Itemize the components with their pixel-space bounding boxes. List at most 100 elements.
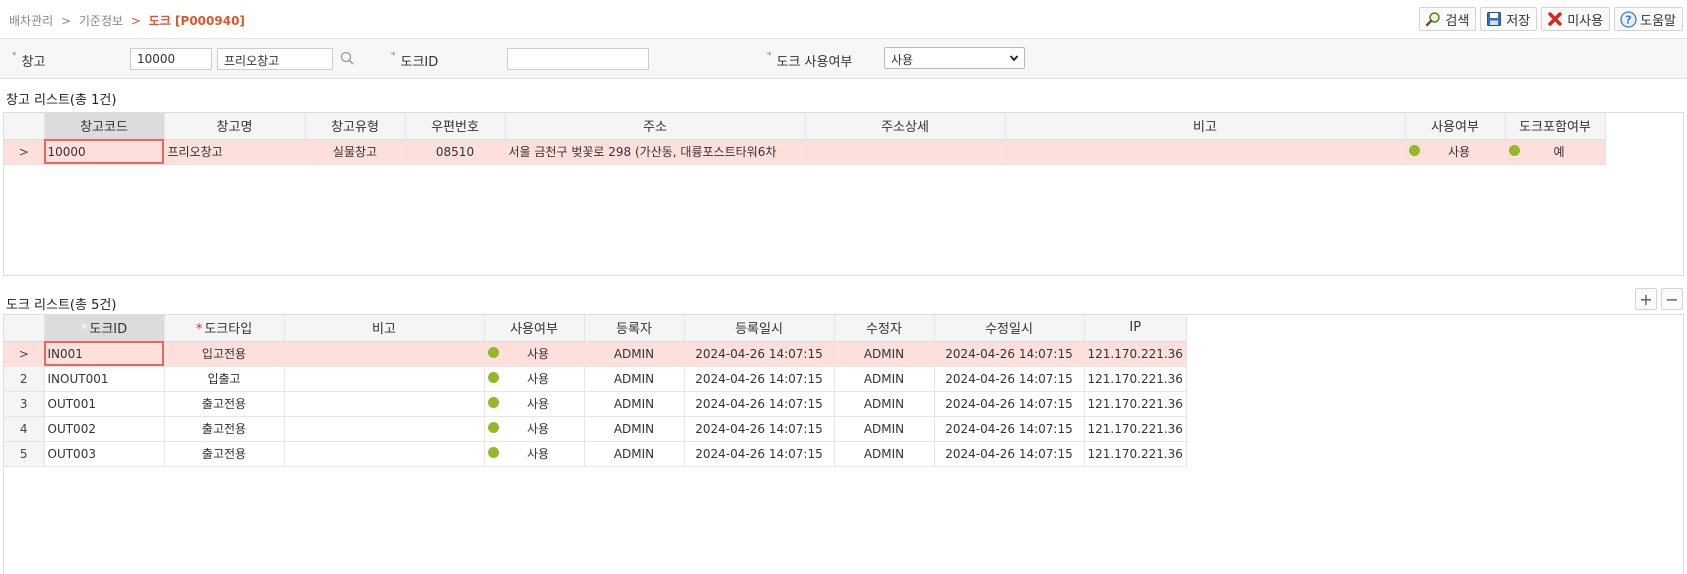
- search-button[interactable]: 검색: [1419, 7, 1477, 31]
- column-header[interactable]: 우편번호: [405, 113, 506, 140]
- warehouse-code-input[interactable]: 10000: [130, 48, 212, 70]
- column-header[interactable]: 창고유형: [305, 113, 406, 140]
- zip-cell[interactable]: 08510: [405, 139, 506, 165]
- warehouse-code-cell[interactable]: 10000: [44, 139, 165, 165]
- mod-date-cell[interactable]: 2024-04-26 14:07:15: [934, 441, 1085, 467]
- dock-table: * 도크ID * 도크타입 비고 사용여부 등록자 등록일시 수정자 수정일시 IP…: [4, 315, 1187, 467]
- column-header[interactable]: * 도크타입: [164, 315, 285, 342]
- warehouse-search-icon[interactable]: [337, 48, 357, 68]
- mod-user-cell[interactable]: ADMIN: [834, 341, 935, 367]
- breadcrumb-level2[interactable]: 기준정보: [79, 14, 123, 28]
- column-header[interactable]: 비고: [284, 315, 485, 342]
- address-cell[interactable]: 서울 금천구 벚꽃로 298 (가산동, 대륭포스트타워6차: [505, 139, 806, 165]
- mod-date-cell[interactable]: 2024-04-26 14:07:15: [934, 366, 1085, 392]
- column-header[interactable]: 창고명: [164, 113, 306, 140]
- use-cell[interactable]: 사용: [484, 341, 585, 367]
- row-indicator[interactable]: >: [4, 341, 45, 367]
- use-cell[interactable]: 사용: [484, 391, 585, 417]
- column-header[interactable]: 사용여부: [484, 315, 585, 342]
- reg-user-cell[interactable]: ADMIN: [584, 391, 685, 417]
- use-cell[interactable]: 사용: [484, 441, 585, 467]
- column-header[interactable]: 사용여부: [1405, 113, 1506, 140]
- use-cell[interactable]: 사용: [484, 416, 585, 442]
- dock-use-select[interactable]: 사용: [884, 47, 1025, 69]
- mod-date-cell[interactable]: 2024-04-26 14:07:15: [934, 391, 1085, 417]
- breadcrumb-level1[interactable]: 배차관리: [9, 14, 53, 28]
- dock-id-cell[interactable]: OUT003: [44, 441, 165, 467]
- dock-id-cell[interactable]: OUT002: [44, 416, 165, 442]
- reg-date-cell[interactable]: 2024-04-26 14:07:15: [684, 366, 835, 392]
- dock-id-cell[interactable]: IN001: [44, 341, 165, 367]
- mod-date-cell[interactable]: 2024-04-26 14:07:15: [934, 416, 1085, 442]
- reg-user-cell[interactable]: ADMIN: [584, 366, 685, 392]
- table-row[interactable]: 5 OUT003 출고전용 사용 ADMIN 2024-04-26 14:07:…: [4, 441, 1187, 467]
- note-cell[interactable]: [284, 341, 485, 367]
- remove-row-button[interactable]: −: [1661, 288, 1683, 310]
- mod-user-cell[interactable]: ADMIN: [834, 366, 935, 392]
- table-row[interactable]: > IN001 입고전용 사용 ADMIN 2024-04-26 14:07:1…: [4, 341, 1187, 367]
- column-header[interactable]: 비고: [1005, 113, 1406, 140]
- dock-id-input[interactable]: [507, 48, 649, 70]
- column-header[interactable]: 창고코드: [44, 113, 165, 140]
- help-button[interactable]: ? 도움말: [1614, 7, 1683, 31]
- column-header[interactable]: 주소: [505, 113, 806, 140]
- dock-type-cell[interactable]: 출고전용: [164, 441, 285, 467]
- column-header[interactable]: 등록자: [584, 315, 685, 342]
- row-number[interactable]: 4: [4, 416, 45, 442]
- use-cell[interactable]: 사용: [484, 366, 585, 392]
- dock-included-cell[interactable]: 예: [1505, 139, 1606, 165]
- mod-user-cell[interactable]: ADMIN: [834, 441, 935, 467]
- ip-cell[interactable]: 121.170.221.36: [1084, 341, 1187, 367]
- row-number[interactable]: 5: [4, 441, 45, 467]
- dock-type-cell[interactable]: 출고전용: [164, 391, 285, 417]
- column-header[interactable]: 수정자: [834, 315, 935, 342]
- use-cell[interactable]: 사용: [1405, 139, 1506, 165]
- column-header[interactable]: IP: [1084, 315, 1187, 342]
- column-header[interactable]: 등록일시: [684, 315, 835, 342]
- note-cell[interactable]: [1005, 139, 1406, 165]
- column-header[interactable]: 도크포함여부: [1505, 113, 1606, 140]
- column-header[interactable]: 수정일시: [934, 315, 1085, 342]
- column-header[interactable]: * 도크ID: [44, 315, 165, 342]
- magnifier-icon: [1424, 10, 1442, 28]
- table-row[interactable]: 2 INOUT001 입출고 사용 ADMIN 2024-04-26 14:07…: [4, 366, 1187, 392]
- table-row[interactable]: 4 OUT002 출고전용 사용 ADMIN 2024-04-26 14:07:…: [4, 416, 1187, 442]
- dock-type-cell[interactable]: 입고전용: [164, 341, 285, 367]
- ip-cell[interactable]: 121.170.221.36: [1084, 441, 1187, 467]
- note-cell[interactable]: [284, 441, 485, 467]
- add-row-button[interactable]: +: [1635, 288, 1657, 310]
- note-cell[interactable]: [284, 366, 485, 392]
- reg-user-cell[interactable]: ADMIN: [584, 416, 685, 442]
- mod-user-cell[interactable]: ADMIN: [834, 416, 935, 442]
- row-number[interactable]: 3: [4, 391, 45, 417]
- column-header[interactable]: 주소상세: [805, 113, 1006, 140]
- warehouse-name-input[interactable]: 프리오창고: [217, 48, 333, 70]
- table-row[interactable]: > 10000 프리오창고 실물창고 08510 서울 금천구 벚꽃로 298 …: [4, 139, 1606, 165]
- reg-date-cell[interactable]: 2024-04-26 14:07:15: [684, 416, 835, 442]
- dock-type-cell[interactable]: 출고전용: [164, 416, 285, 442]
- dock-id-cell[interactable]: INOUT001: [44, 366, 165, 392]
- reg-user-cell[interactable]: ADMIN: [584, 341, 685, 367]
- reg-date-cell[interactable]: 2024-04-26 14:07:15: [684, 341, 835, 367]
- row-indicator[interactable]: >: [4, 139, 45, 165]
- note-cell[interactable]: [284, 416, 485, 442]
- reg-user-cell[interactable]: ADMIN: [584, 441, 685, 467]
- dock-id-cell[interactable]: OUT001: [44, 391, 165, 417]
- reg-date-cell[interactable]: 2024-04-26 14:07:15: [684, 391, 835, 417]
- disable-button[interactable]: 미사용: [1541, 7, 1611, 31]
- reg-date-cell[interactable]: 2024-04-26 14:07:15: [684, 441, 835, 467]
- ip-cell[interactable]: 121.170.221.36: [1084, 366, 1187, 392]
- warehouse-type-cell[interactable]: 실물창고: [305, 139, 406, 165]
- mod-user-cell[interactable]: ADMIN: [834, 391, 935, 417]
- note-cell[interactable]: [284, 391, 485, 417]
- mod-date-cell[interactable]: 2024-04-26 14:07:15: [934, 341, 1085, 367]
- ip-cell[interactable]: 121.170.221.36: [1084, 416, 1187, 442]
- save-button[interactable]: 저장: [1480, 7, 1538, 31]
- address-detail-cell[interactable]: [805, 139, 1006, 165]
- dock-type-cell[interactable]: 입출고: [164, 366, 285, 392]
- row-number[interactable]: 2: [4, 366, 45, 392]
- table-row[interactable]: 3 OUT001 출고전용 사용 ADMIN 2024-04-26 14:07:…: [4, 391, 1187, 417]
- ip-cell[interactable]: 121.170.221.36: [1084, 391, 1187, 417]
- warehouse-name-cell[interactable]: 프리오창고: [164, 139, 306, 165]
- required-marker: *: [80, 322, 88, 338]
